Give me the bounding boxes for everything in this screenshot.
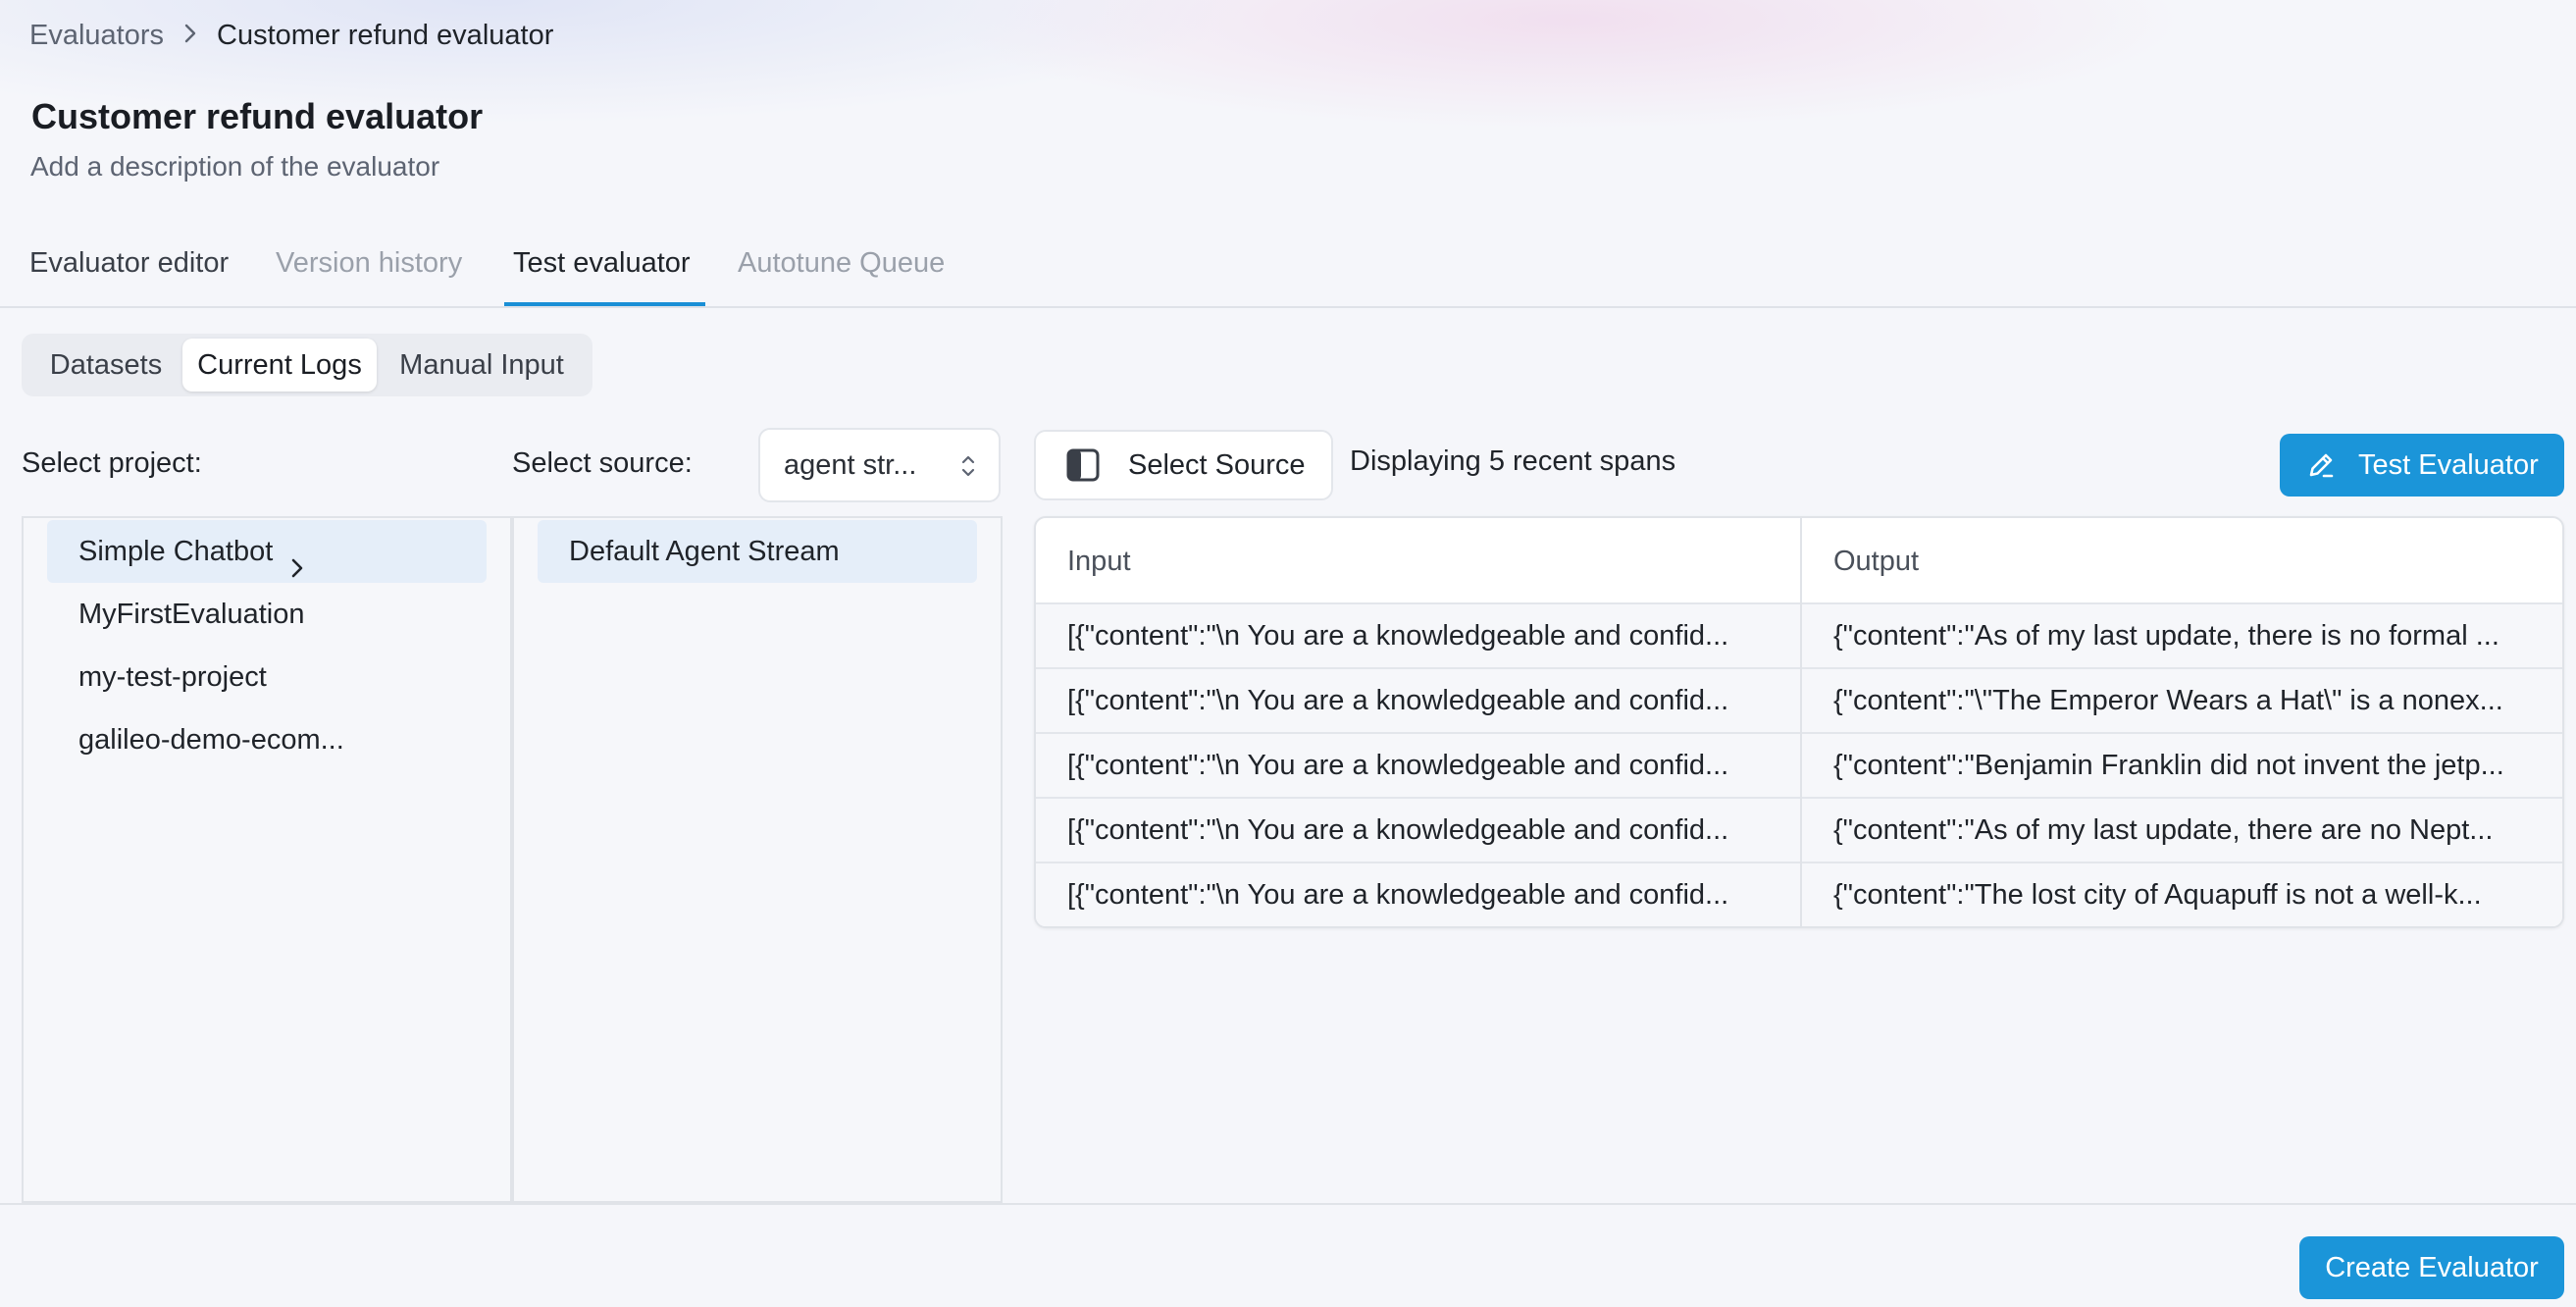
output-cell: {"content":"The lost city of Aquapuff is…: [1833, 879, 2482, 911]
active-tab-underline: [504, 302, 705, 306]
tab-evaluator-editor[interactable]: Evaluator editor: [29, 247, 229, 303]
subtab-current-logs[interactable]: Current Logs: [182, 339, 377, 392]
input-cell: [{"content":"\n You are a knowledgeable …: [1067, 750, 1729, 781]
chevron-right-icon: [183, 21, 197, 51]
input-cell: [{"content":"\n You are a knowledgeable …: [1067, 879, 1729, 911]
breadcrumb: Evaluators Customer refund evaluator: [29, 18, 553, 53]
tab-version-history[interactable]: Version history: [276, 247, 462, 303]
input-cell: [{"content":"\n You are a knowledgeable …: [1067, 685, 1729, 716]
spans-table: Input Output [{"content":"\n You are a k…: [1034, 516, 2564, 928]
subtab-manual-input[interactable]: Manual Input: [381, 339, 583, 392]
select-source-button-label: Select Source: [1128, 448, 1306, 481]
create-evaluator-button[interactable]: Create Evaluator: [2299, 1236, 2564, 1299]
page-description[interactable]: Add a description of the evaluator: [30, 151, 439, 183]
sort-chevrons-icon: [959, 451, 977, 489]
input-cell: [{"content":"\n You are a knowledgeable …: [1067, 620, 1729, 652]
output-cell: {"content":"As of my last update, there …: [1833, 620, 2499, 652]
displaying-count-text: Displaying 5 recent spans: [1350, 445, 1676, 477]
select-source-button[interactable]: Select Source: [1034, 430, 1333, 500]
output-cell: {"content":"Benjamin Franklin did not in…: [1833, 750, 2504, 781]
test-evaluator-label: Test Evaluator: [2358, 448, 2539, 481]
test-evaluator-button[interactable]: Test Evaluator: [2280, 434, 2564, 497]
output-cell: {"content":"\"The Emperor Wears a Hat\" …: [1833, 685, 2503, 716]
tab-autotune-queue[interactable]: Autotune Queue: [738, 247, 945, 303]
column-header-output: Output: [1833, 546, 1920, 577]
source-list-panel: Default Agent Stream: [512, 516, 1003, 1203]
pencil-icon: [2305, 449, 2337, 481]
project-item-label: Simple Chatbot: [78, 536, 274, 567]
main-tabs: Evaluator editor Version history Test ev…: [0, 235, 2576, 308]
output-cell: {"content":"As of my last update, there …: [1833, 814, 2494, 846]
project-item-galileo-demo[interactable]: galileo-demo-ecom...: [47, 708, 487, 771]
project-item-myfirstevaluation[interactable]: MyFirstEvaluation: [47, 583, 487, 646]
select-project-label: Select project:: [22, 447, 202, 479]
project-list-panel: Simple Chatbot MyFirstEvaluation my-test…: [22, 516, 512, 1203]
source-item-default-agent-stream[interactable]: Default Agent Stream: [538, 520, 977, 583]
tab-test-evaluator[interactable]: Test evaluator: [513, 247, 691, 303]
breadcrumb-current: Customer refund evaluator: [217, 19, 554, 51]
column-header-input: Input: [1067, 546, 1131, 577]
source-select[interactable]: agent str...: [758, 428, 1001, 502]
project-item-simple-chatbot[interactable]: Simple Chatbot: [47, 520, 487, 583]
select-source-label: Select source:: [512, 447, 693, 479]
project-item-my-test-project[interactable]: my-test-project: [47, 646, 487, 708]
source-select-value: agent str...: [784, 448, 917, 481]
sidebar-panel-icon: [1065, 447, 1101, 483]
input-cell: [{"content":"\n You are a knowledgeable …: [1067, 814, 1729, 846]
column-divider: [1800, 518, 1802, 926]
breadcrumb-evaluators-link[interactable]: Evaluators: [29, 20, 164, 52]
page-title: Customer refund evaluator: [31, 96, 484, 136]
subtab-datasets[interactable]: Datasets: [27, 339, 184, 392]
footer-bar: [0, 1203, 2576, 1307]
source-type-tabs: Datasets Current Logs Manual Input: [22, 334, 592, 396]
